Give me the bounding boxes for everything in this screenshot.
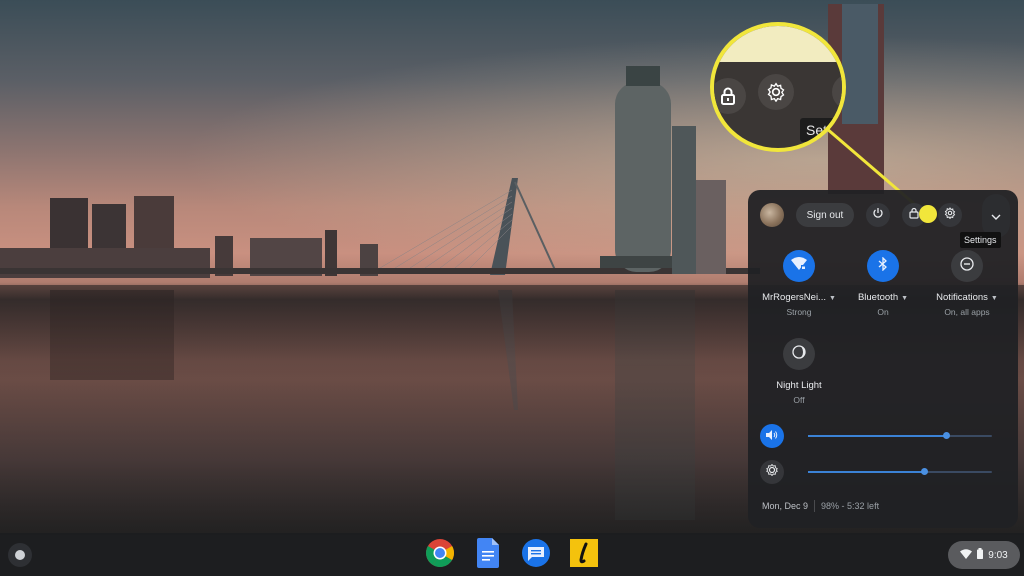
docs-icon — [477, 537, 499, 573]
night-light-status: Off — [793, 395, 805, 405]
brightness-icon — [766, 463, 778, 481]
magnifier-wallpaper-area — [714, 26, 842, 62]
network-label[interactable]: MrRogersNei... ▼ — [754, 292, 844, 303]
notifications-toggle[interactable] — [951, 250, 983, 282]
l-app-icon — [570, 538, 598, 572]
date-button[interactable]: Mon, Dec 9 — [762, 501, 808, 511]
shelf-app-docs[interactable] — [472, 537, 504, 573]
system-tray-panel: Sign out Settings MrRogersNei... ▼ Stron… — [748, 190, 1018, 528]
settings-tooltip: Settings — [960, 232, 1001, 248]
bluetooth-icon — [878, 255, 888, 276]
chevron-down-icon — [991, 207, 1001, 225]
dropdown-caret-icon: ▼ — [990, 295, 998, 302]
network-pod[interactable]: MrRogersNei... ▼ Strong — [754, 250, 844, 317]
night-light-label: Night Light — [776, 380, 822, 391]
shelf-app-messages[interactable] — [520, 538, 552, 573]
volume-mute-button[interactable] — [760, 424, 784, 448]
volume-slider[interactable] — [808, 432, 992, 439]
lock-icon — [714, 78, 746, 114]
bluetooth-label[interactable]: Bluetooth ▼ — [838, 292, 928, 303]
bluetooth-status: On — [877, 307, 889, 317]
brightness-slider-fill — [808, 471, 924, 473]
avatar[interactable] — [760, 203, 784, 227]
volume-row — [748, 422, 1018, 450]
brightness-slider[interactable] — [808, 468, 992, 475]
gear-icon — [758, 74, 794, 110]
magnifier-callout: Setti — [710, 22, 846, 152]
magnifier-tooltip: Setti — [800, 118, 841, 142]
do-not-disturb-icon — [960, 256, 974, 276]
wifi-icon — [791, 256, 807, 276]
battery-icon — [977, 548, 984, 562]
brightness-slider-knob[interactable] — [920, 468, 928, 475]
notifications-label[interactable]: Notifications ▼ — [922, 292, 1012, 303]
night-light-pod[interactable]: Night Light Off — [754, 338, 844, 405]
night-light-icon — [792, 344, 806, 364]
volume-slider-fill — [808, 435, 946, 437]
status-area-button[interactable]: 9:03 — [948, 541, 1020, 569]
brightness-button — [760, 460, 784, 484]
volume-slider-knob[interactable] — [943, 432, 950, 439]
shelf-app-l[interactable] — [568, 538, 600, 572]
volume-icon — [766, 427, 778, 445]
chrome-icon — [425, 538, 455, 573]
battery-status: 98% - 5:32 left — [821, 501, 880, 511]
notifications-status: On, all apps — [944, 307, 990, 317]
tray-status-row: Mon, Dec 9 98% - 5:32 left — [762, 500, 879, 512]
network-toggle[interactable] — [783, 250, 815, 282]
power-button[interactable] — [866, 203, 890, 227]
tray-top-row: Sign out Settings — [748, 190, 1018, 248]
dropdown-caret-icon: ▼ — [828, 295, 836, 302]
bluetooth-pod[interactable]: Bluetooth ▼ On — [838, 250, 928, 317]
messages-icon — [521, 538, 551, 573]
clock-time: 9:03 — [988, 549, 1008, 561]
sign-out-button[interactable]: Sign out — [796, 203, 854, 227]
shelf: 9:03 — [0, 533, 1024, 576]
settings-button[interactable] — [938, 203, 962, 227]
notifications-pod[interactable]: Notifications ▼ On, all apps — [922, 250, 1012, 317]
shelf-app-chrome[interactable] — [424, 538, 456, 573]
divider — [814, 500, 816, 512]
wifi-icon — [960, 548, 973, 562]
night-light-toggle[interactable] — [783, 338, 815, 370]
power-icon — [872, 206, 884, 224]
gear-icon — [944, 206, 956, 224]
bluetooth-toggle[interactable] — [867, 250, 899, 282]
lock-icon — [909, 206, 919, 224]
highlight-marker — [919, 205, 937, 223]
dropdown-caret-icon: ▼ — [901, 295, 909, 302]
brightness-row — [748, 458, 1018, 486]
launcher-icon — [15, 550, 25, 560]
network-status: Strong — [786, 307, 812, 317]
launcher-button[interactable] — [8, 543, 32, 567]
